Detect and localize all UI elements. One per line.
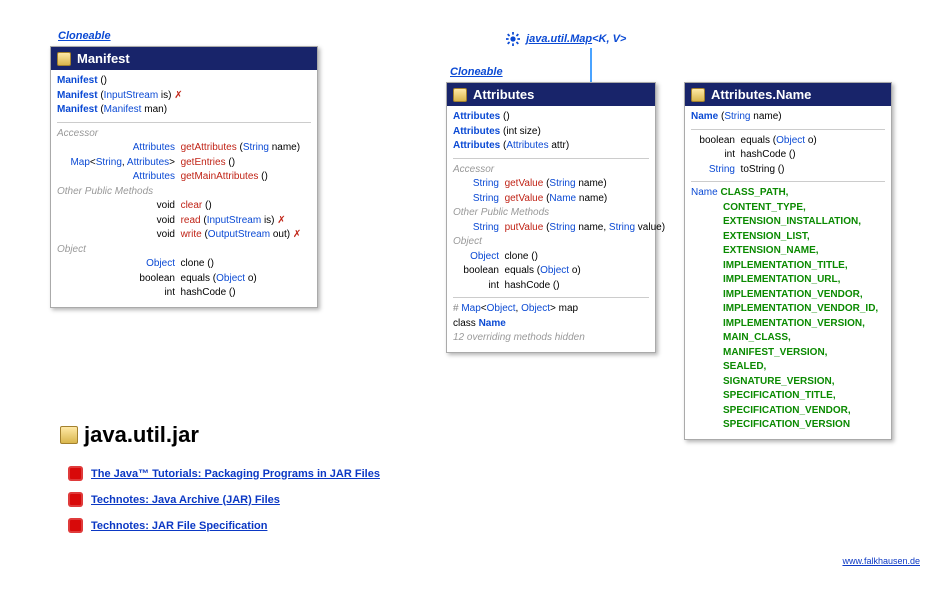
class-body: Name (String name) boolean equals (Objec… — [685, 106, 891, 439]
external-link-row: The Java™ Tutorials: Packaging Programs … — [68, 466, 380, 481]
credit-link[interactable]: www.falkhausen.de — [842, 556, 920, 566]
constant-item: EXTENSION_INSTALLATION, — [691, 215, 885, 230]
class-icon — [691, 88, 705, 102]
constant-item: SEALED, — [691, 360, 885, 375]
package-title: java.util.jar — [60, 422, 199, 448]
class-body: Manifest () Manifest (InputStream is) ✗ … — [51, 70, 317, 307]
constant-item: SPECIFICATION_VERSION — [691, 418, 885, 433]
external-link[interactable]: Technotes: Java Archive (JAR) Files — [91, 494, 280, 506]
constant-item: MANIFEST_VERSION, — [691, 346, 885, 361]
cloneable-link-attributes[interactable]: Cloneable — [450, 66, 503, 78]
oracle-icon — [68, 492, 83, 507]
constant-item: MAIN_CLASS, — [691, 331, 885, 346]
class-header: Manifest — [51, 47, 317, 70]
gear-icon — [506, 32, 520, 46]
class-title: Attributes.Name — [711, 87, 811, 102]
class-icon — [453, 88, 467, 102]
constant-item: EXTENSION_NAME, — [691, 244, 885, 259]
map-main: Map — [570, 33, 592, 45]
constant-item: EXTENSION_LIST, — [691, 230, 885, 245]
constant-item: SPECIFICATION_TITLE, — [691, 389, 885, 404]
class-body: Attributes () Attributes (int size) Attr… — [447, 106, 655, 352]
diagram-stage: Cloneable Cloneable java.util.Map<K, V> … — [0, 0, 944, 602]
external-link[interactable]: Technotes: JAR File Specification — [91, 520, 267, 532]
oracle-icon — [68, 518, 83, 533]
constants-list: Name CLASS_PATH,CONTENT_TYPE,EXTENSION_I… — [691, 186, 885, 433]
map-generics: <K, V> — [592, 33, 626, 45]
constant-item: SIGNATURE_VERSION, — [691, 375, 885, 390]
class-box-attributes: Attributes Attributes () Attributes (int… — [446, 82, 656, 353]
class-box-attributes-name: Attributes.Name Name (String name) boole… — [684, 82, 892, 440]
oracle-icon — [68, 466, 83, 481]
class-title: Attributes — [473, 87, 534, 102]
constant-item: Name CLASS_PATH, — [691, 186, 885, 201]
constant-item: IMPLEMENTATION_VENDOR_ID, — [691, 302, 885, 317]
constant-item: IMPLEMENTATION_VENDOR, — [691, 288, 885, 303]
constant-item: SPECIFICATION_VENDOR, — [691, 404, 885, 419]
external-link-row: Technotes: Java Archive (JAR) Files — [68, 492, 280, 507]
class-header: Attributes.Name — [685, 83, 891, 106]
map-interface-label[interactable]: java.util.Map<K, V> — [506, 32, 626, 46]
constant-item: CONTENT_TYPE, — [691, 201, 885, 216]
cloneable-link-manifest[interactable]: Cloneable — [58, 30, 111, 42]
external-link-row: Technotes: JAR File Specification — [68, 518, 267, 533]
constant-item: IMPLEMENTATION_VERSION, — [691, 317, 885, 332]
map-prefix: java.util. — [526, 33, 570, 45]
class-icon — [60, 426, 78, 444]
class-title: Manifest — [77, 51, 130, 66]
class-icon — [57, 52, 71, 66]
constant-item: IMPLEMENTATION_TITLE, — [691, 259, 885, 274]
external-link[interactable]: The Java™ Tutorials: Packaging Programs … — [91, 468, 380, 480]
constant-item: IMPLEMENTATION_URL, — [691, 273, 885, 288]
connector-line — [590, 48, 592, 84]
class-box-manifest: Manifest Manifest () Manifest (InputStre… — [50, 46, 318, 308]
class-header: Attributes — [447, 83, 655, 106]
package-title-text: java.util.jar — [84, 422, 199, 448]
